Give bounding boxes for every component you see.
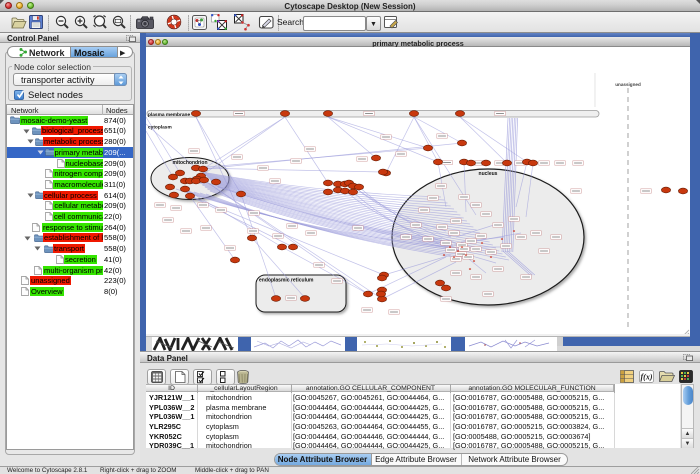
svg-text:unassigned: unassigned xyxy=(615,82,641,87)
svg-text:cytoplasm: cytoplasm xyxy=(148,125,172,131)
svg-text:plasma membrane: plasma membrane xyxy=(148,112,190,118)
svg-text:mitochondrion: mitochondrion xyxy=(173,160,208,166)
svg-text:endoplasmic reticulum: endoplasmic reticulum xyxy=(259,278,314,284)
svg-text:f(x): f(x) xyxy=(641,373,653,382)
svg-text:nucleus: nucleus xyxy=(479,171,498,177)
